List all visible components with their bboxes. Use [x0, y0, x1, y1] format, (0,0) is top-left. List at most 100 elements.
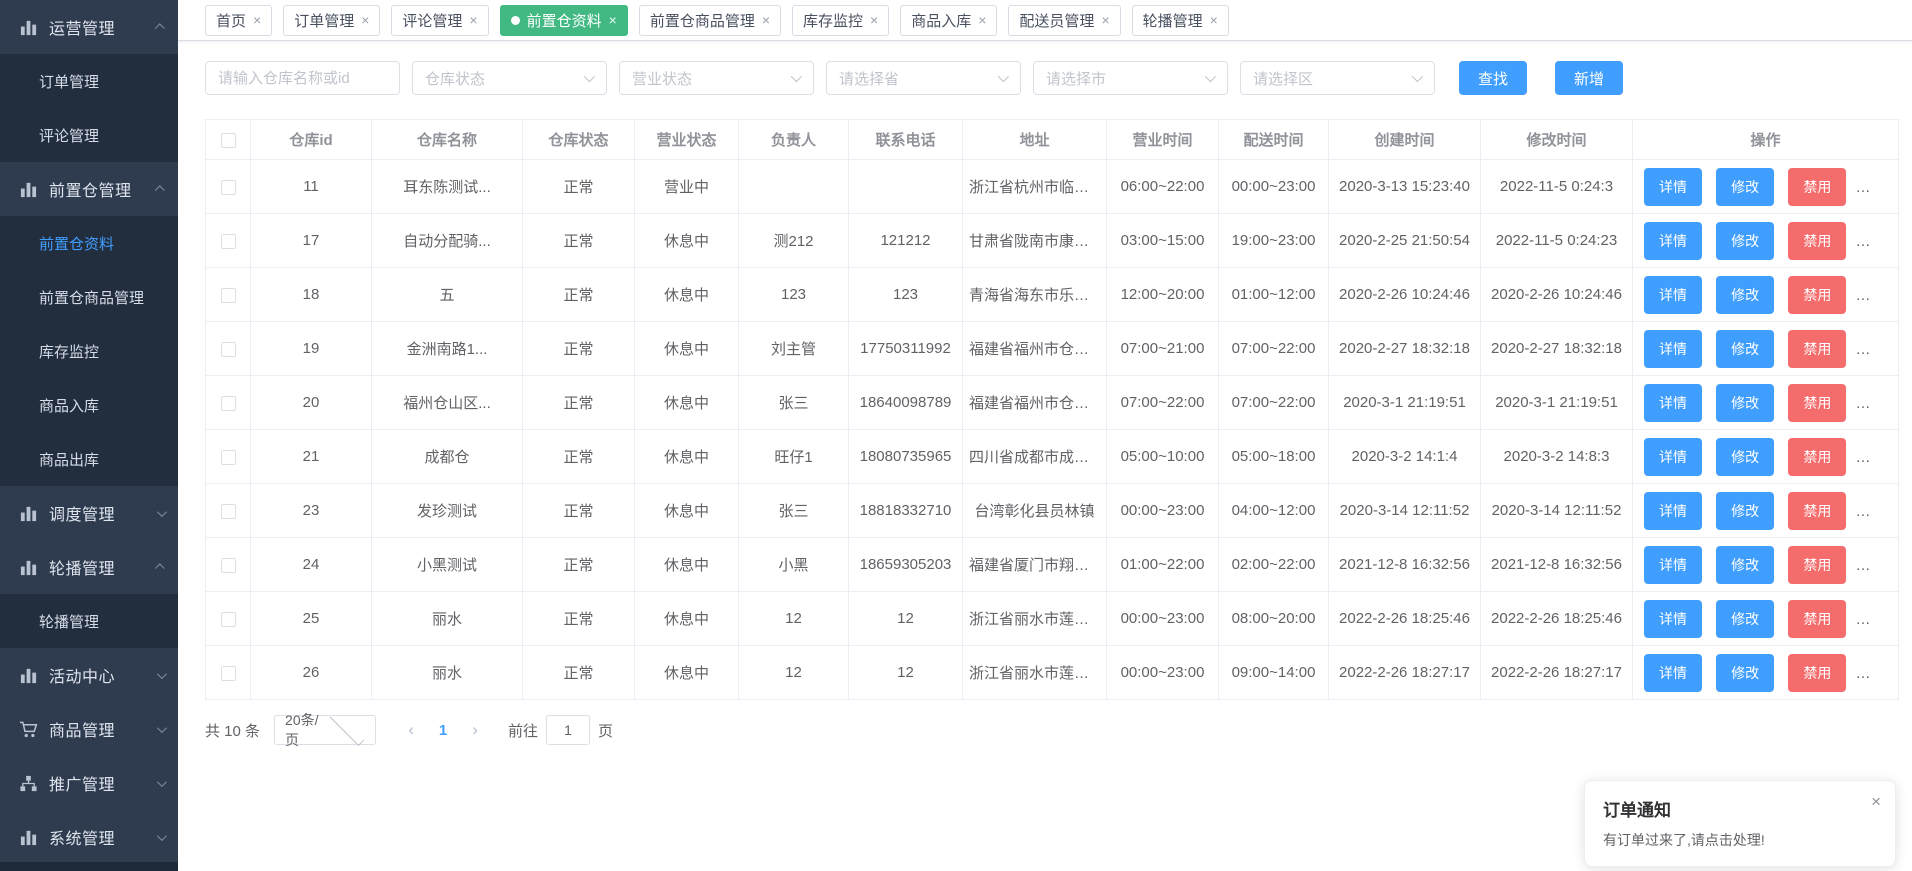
close-icon[interactable] [609, 13, 617, 27]
sidebar-sub-item[interactable]: 库存监控 [0, 324, 178, 378]
filter-select[interactable]: 仓库状态 [412, 61, 607, 95]
sidebar-sub-item[interactable]: 前置仓商品管理 [0, 270, 178, 324]
toggle-business-button[interactable]: 营业 [1861, 654, 1899, 692]
disable-button[interactable]: 禁用 [1788, 654, 1846, 692]
view-tab[interactable]: 订单管理 [283, 5, 380, 36]
filter-select[interactable]: 请选择区 [1240, 61, 1435, 95]
edit-button[interactable]: 修改 [1716, 276, 1774, 314]
disable-button[interactable]: 禁用 [1788, 546, 1846, 584]
view-tab[interactable]: 库存监控 [792, 5, 889, 36]
sidebar-sub-item[interactable]: 前置仓资料 [0, 216, 178, 270]
notification-message[interactable]: 有订单过来了,请点击处理! [1603, 830, 1877, 850]
toggle-business-button[interactable]: 营业 [1861, 276, 1899, 314]
disable-button[interactable]: 禁用 [1788, 492, 1846, 530]
edit-button[interactable]: 修改 [1716, 330, 1774, 368]
goto-page-input[interactable] [546, 715, 590, 745]
warehouse-search-input[interactable] [205, 61, 400, 95]
row-checkbox[interactable] [221, 396, 236, 411]
detail-button[interactable]: 详情 [1644, 546, 1702, 584]
filter-select[interactable]: 营业状态 [619, 61, 814, 95]
close-icon[interactable] [253, 13, 261, 27]
toggle-business-button[interactable]: 营业 [1861, 492, 1899, 530]
view-tab[interactable]: 首页 [205, 5, 272, 36]
detail-button[interactable]: 详情 [1644, 438, 1702, 476]
toggle-business-button[interactable]: 营业 [1861, 222, 1899, 260]
sidebar-sub-item[interactable]: 订单管理 [0, 54, 178, 108]
row-checkbox[interactable] [221, 450, 236, 465]
detail-button[interactable]: 详情 [1644, 276, 1702, 314]
toggle-business-button[interactable]: 营业 [1861, 384, 1899, 422]
edit-button[interactable]: 修改 [1716, 654, 1774, 692]
prev-page-icon[interactable] [394, 720, 428, 740]
toggle-business-button[interactable]: 营业 [1861, 600, 1899, 638]
sidebar-group-head[interactable]: 活动中心 [0, 648, 178, 702]
sidebar-group-head[interactable]: 运营管理 [0, 0, 178, 54]
row-checkbox[interactable] [221, 504, 236, 519]
view-tab[interactable]: 轮播管理 [1132, 5, 1229, 36]
edit-button[interactable]: 修改 [1716, 168, 1774, 206]
view-tab[interactable]: 前置仓资料 [500, 5, 628, 36]
view-tab[interactable]: 前置仓商品管理 [639, 5, 781, 36]
toggle-business-button[interactable]: 营业 [1861, 546, 1899, 584]
current-page[interactable]: 1 [428, 722, 458, 739]
view-tab[interactable]: 商品入库 [900, 5, 997, 36]
row-checkbox[interactable] [221, 342, 236, 357]
view-tab[interactable]: 评论管理 [391, 5, 488, 36]
close-icon[interactable] [361, 13, 369, 27]
disable-button[interactable]: 禁用 [1788, 330, 1846, 368]
row-checkbox[interactable] [221, 612, 236, 627]
close-icon[interactable] [1210, 13, 1218, 27]
add-button[interactable]: 新增 [1555, 61, 1623, 95]
disable-button[interactable]: 禁用 [1788, 276, 1846, 314]
close-icon[interactable] [469, 13, 477, 27]
find-button[interactable]: 查找 [1459, 61, 1527, 95]
filter-select[interactable]: 请选择市 [1033, 61, 1228, 95]
disable-button[interactable]: 禁用 [1788, 168, 1846, 206]
detail-button[interactable]: 详情 [1644, 330, 1702, 368]
row-checkbox[interactable] [221, 558, 236, 573]
edit-button[interactable]: 修改 [1716, 438, 1774, 476]
disable-button[interactable]: 禁用 [1788, 438, 1846, 476]
sidebar-group-head[interactable]: 商品管理 [0, 702, 178, 756]
disable-button[interactable]: 禁用 [1788, 384, 1846, 422]
toggle-business-button[interactable]: 休息 [1861, 168, 1899, 206]
row-checkbox[interactable] [221, 234, 236, 249]
page-size-select[interactable]: 20条/页 [274, 715, 376, 745]
edit-button[interactable]: 修改 [1716, 546, 1774, 584]
detail-button[interactable]: 详情 [1644, 384, 1702, 422]
detail-button[interactable]: 详情 [1644, 222, 1702, 260]
sidebar-group-head[interactable]: 轮播管理 [0, 540, 178, 594]
row-checkbox[interactable] [221, 180, 236, 195]
edit-button[interactable]: 修改 [1716, 384, 1774, 422]
detail-button[interactable]: 详情 [1644, 654, 1702, 692]
detail-button[interactable]: 详情 [1644, 600, 1702, 638]
edit-button[interactable]: 修改 [1716, 222, 1774, 260]
sidebar-group-head[interactable]: 推广管理 [0, 756, 178, 810]
row-checkbox[interactable] [221, 288, 236, 303]
sidebar-sub-item[interactable]: 轮播管理 [0, 594, 178, 648]
sidebar-sub-item[interactable]: 商品出库 [0, 432, 178, 486]
sidebar-sub-item[interactable]: 商品入库 [0, 378, 178, 432]
select-all-checkbox[interactable] [221, 133, 236, 148]
filter-select[interactable]: 请选择省 [826, 61, 1021, 95]
close-icon[interactable] [1871, 793, 1881, 810]
edit-button[interactable]: 修改 [1716, 492, 1774, 530]
close-icon[interactable] [1101, 13, 1109, 27]
detail-button[interactable]: 详情 [1644, 492, 1702, 530]
view-tab[interactable]: 配送员管理 [1008, 5, 1120, 36]
toggle-business-button[interactable]: 营业 [1861, 438, 1899, 476]
disable-button[interactable]: 禁用 [1788, 222, 1846, 260]
sidebar-group-head[interactable]: 系统管理 [0, 810, 178, 864]
toggle-business-button[interactable]: 营业 [1861, 330, 1899, 368]
disable-button[interactable]: 禁用 [1788, 600, 1846, 638]
sidebar-group-head[interactable]: 调度管理 [0, 486, 178, 540]
sidebar-sub-item[interactable]: 评论管理 [0, 108, 178, 162]
close-icon[interactable] [978, 13, 986, 27]
close-icon[interactable] [870, 13, 878, 27]
detail-button[interactable]: 详情 [1644, 168, 1702, 206]
close-icon[interactable] [762, 13, 770, 27]
edit-button[interactable]: 修改 [1716, 600, 1774, 638]
sidebar-group-head[interactable]: 前置仓管理 [0, 162, 178, 216]
row-checkbox[interactable] [221, 666, 236, 681]
next-page-icon[interactable] [458, 720, 492, 740]
